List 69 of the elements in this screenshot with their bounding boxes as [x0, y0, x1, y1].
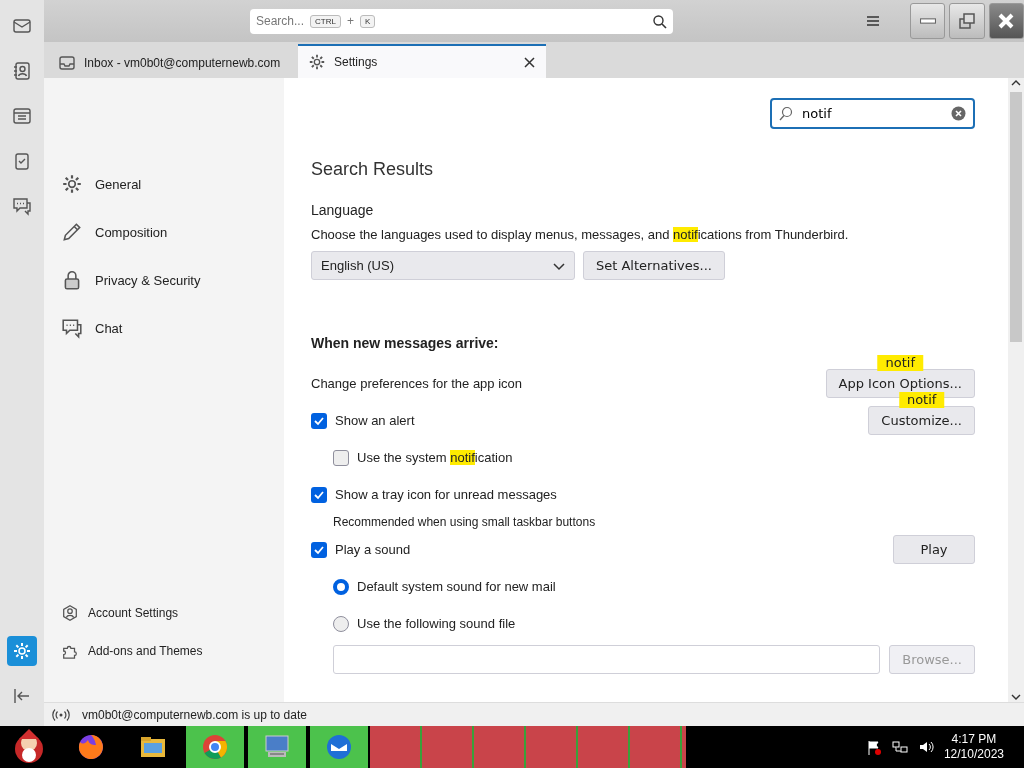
search-field[interactable]: Search... CTRL + K [250, 8, 674, 34]
tab[interactable]: Inbox - vm0b0t@computernewb.com [48, 46, 296, 78]
checkbox[interactable] [333, 449, 349, 466]
option-label: Change preferences for the app icon [311, 376, 523, 391]
inbox-icon [58, 54, 76, 72]
search-highlight-tooltip: notif [877, 355, 924, 371]
flag-icon[interactable] [865, 739, 882, 755]
option-label: Play a sound [335, 542, 411, 557]
nav-item[interactable]: General [61, 160, 284, 208]
nav-item[interactable]: Chat [61, 304, 284, 352]
section-title: Language [311, 202, 375, 218]
envelope-icon [324, 732, 354, 762]
scroll-up-icon[interactable] [1010, 78, 1022, 88]
tab[interactable]: Settings [298, 44, 546, 78]
nav-link[interactable]: Add-ons and Themes [61, 632, 284, 670]
plus-sign: + [346, 14, 354, 28]
scroll-down-icon[interactable] [1010, 692, 1022, 702]
network-icon[interactable] [891, 739, 908, 755]
speaker-icon[interactable] [917, 739, 934, 755]
account-icon [61, 604, 79, 622]
settings-icon [61, 173, 83, 195]
taskbar-app-button[interactable] [310, 726, 368, 768]
globe-icon [76, 732, 106, 762]
set-alternatives-button[interactable]: Set Alternatives... [583, 251, 725, 280]
chat-bubbles-icon [61, 317, 83, 339]
option-label: Use the following sound file [357, 616, 516, 631]
settings-icon [308, 53, 326, 71]
menu-icon[interactable] [866, 14, 881, 28]
taskbar-clock[interactable]: 4:17 PM 12/10/2023 [943, 732, 1004, 762]
filter-field[interactable]: notif [770, 98, 975, 129]
nav-item[interactable]: Privacy & Security [61, 256, 284, 304]
option-label: Show an alert [335, 413, 415, 428]
restore-icon [957, 11, 978, 31]
search-icon [779, 106, 794, 121]
key-cap: K [359, 14, 376, 28]
minimize-button[interactable] [910, 3, 946, 39]
settings-button[interactable]: Customize... [868, 406, 975, 435]
circle-logo-icon [200, 732, 230, 762]
radio-button[interactable] [333, 615, 349, 632]
pencil-icon [61, 221, 83, 243]
nav-item[interactable]: Composition [61, 208, 284, 256]
language-dropdown[interactable]: English (US) [311, 251, 575, 280]
nav-link[interactable]: Account Settings [61, 594, 284, 632]
scrollbar-thumb[interactable] [1010, 92, 1022, 342]
checkbox[interactable] [311, 541, 327, 558]
page-heading: Search Results [311, 159, 435, 180]
search-highlight-tooltip: notif [898, 392, 945, 408]
tab-label: Inbox - vm0b0t@computernewb.com [84, 56, 281, 70]
close-icon[interactable] [523, 55, 536, 69]
close-button[interactable] [988, 3, 1024, 39]
signal-icon [52, 707, 70, 722]
search-placeholder: Search... [256, 14, 305, 28]
file-path-field[interactable] [333, 645, 881, 674]
key-cap: CTRL [310, 14, 341, 28]
clear-icon[interactable] [951, 106, 966, 121]
option-label: Default system sound for new mail [357, 579, 556, 594]
tab-label: Settings [334, 55, 378, 69]
status-text: vm0b0t@computernewb.com is up to date [82, 707, 307, 722]
option-label: Show a tray icon for unread messages [335, 487, 557, 502]
restore-button[interactable] [949, 3, 985, 39]
checkbox[interactable] [311, 412, 327, 429]
checkbox[interactable] [311, 486, 327, 503]
search-icon [652, 13, 668, 29]
radio-button[interactable] [333, 578, 349, 595]
settings-button[interactable]: Play [893, 535, 975, 564]
hint-text: Recommended when using small taskbar buttons [333, 515, 596, 529]
section-title: When new messages arrive: [311, 335, 500, 351]
chevron-down-icon [553, 260, 565, 271]
minimize-icon [919, 18, 936, 24]
